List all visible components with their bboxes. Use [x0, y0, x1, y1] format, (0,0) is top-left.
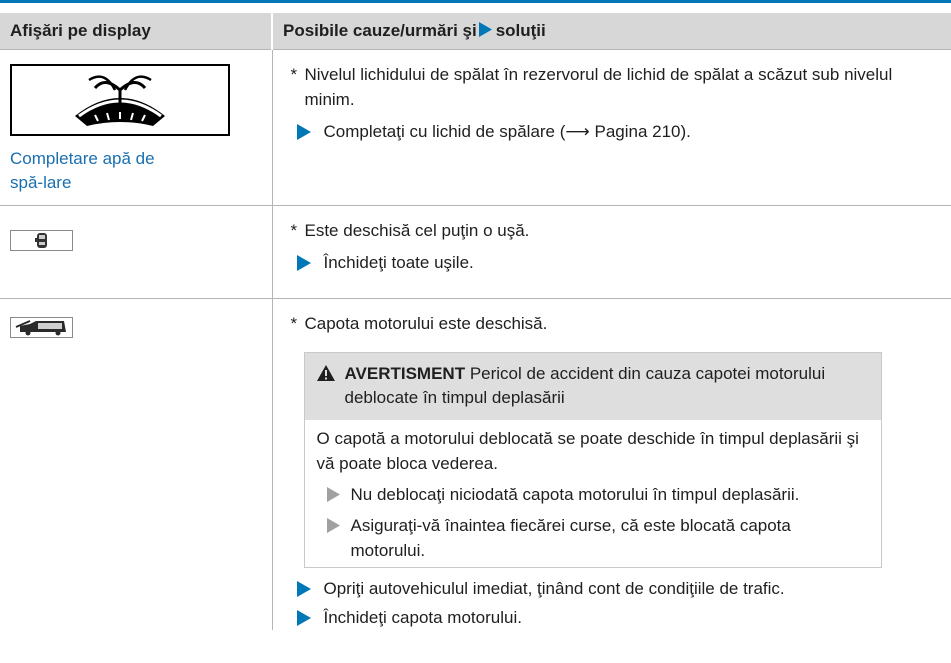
solution-arrow-icon	[478, 22, 492, 37]
warning-arrow-icon	[326, 518, 340, 533]
display-cell	[0, 205, 273, 299]
cause-text: * Este deschisă cel puţin o uşă.	[290, 221, 530, 240]
windshield-washer-fluid-icon	[10, 64, 230, 136]
warning-header: AVERTISMENT Pericol de accident din cauz…	[304, 353, 881, 420]
display-cell	[0, 298, 273, 630]
solution-cell: * Nivelul lichidului de spălat în rezervo…	[272, 49, 951, 206]
action-arrow-icon	[296, 124, 311, 140]
action-arrow-icon	[296, 255, 311, 271]
cause-text: * Nivelul lichidului de spălat în rezervo…	[290, 65, 893, 109]
warning-item: Asiguraţi-vă înaintea fiecărei curse, că…	[317, 513, 869, 563]
warning-body-text: O capotă a motorului deblocată se poate …	[316, 429, 859, 473]
top-rule	[0, 0, 951, 3]
solution-cell: * Este deschisă cel puţin o uşă. Închideţ…	[272, 205, 951, 299]
display-cell: Completare apă de spă-lare	[0, 49, 273, 206]
action-arrow-icon	[296, 610, 311, 626]
warning-triangle-icon	[316, 365, 335, 381]
hood-open-icon	[10, 317, 73, 338]
cause-text: * Capota motorului este deschisă.	[290, 314, 548, 333]
action-item: Completaţi cu lichid de spălare (⟶ Pagin…	[284, 119, 940, 144]
action-arrow-icon	[296, 581, 311, 597]
action-item: Închideţi capota motorului.	[284, 605, 940, 630]
table-header-row: Afişări pe display Posibile cauze/urmări…	[0, 13, 951, 50]
warning-label: AVERTISMENT	[344, 364, 466, 383]
action-item: Închideţi toate uşile.	[284, 250, 940, 275]
header-causes-solutions: Posibile cauze/urmări şi soluţii	[272, 13, 951, 50]
table-row: Completare apă de spă-lare * Nivelul lich…	[0, 49, 951, 206]
warning-body: O capotă a motorului deblocată se poate …	[305, 420, 881, 567]
table-row: * Este deschisă cel puţin o uşă. Închideţ…	[0, 205, 951, 299]
header-display-messages: Afişări pe display	[0, 13, 273, 50]
solution-cell: * Capota motorului este deschisă. AVERTIS…	[272, 299, 951, 631]
warning-arrow-icon	[326, 487, 340, 502]
warning-item: Nu deblocaţi niciodată capota motorului …	[317, 482, 869, 507]
warning-box: AVERTISMENT Pericol de accident din cauz…	[303, 352, 882, 568]
display-messages-table: Afişări pe display Posibile cauze/urmări…	[0, 13, 951, 630]
display-message-washer-fluid[interactable]: Completare apă de spă-lare	[10, 147, 190, 195]
action-item: Opriţi autovehiculul imediat, ţinând con…	[284, 576, 940, 601]
door-open-icon	[10, 230, 73, 251]
table-row: * Capota motorului este deschisă. AVERTIS…	[0, 298, 951, 631]
